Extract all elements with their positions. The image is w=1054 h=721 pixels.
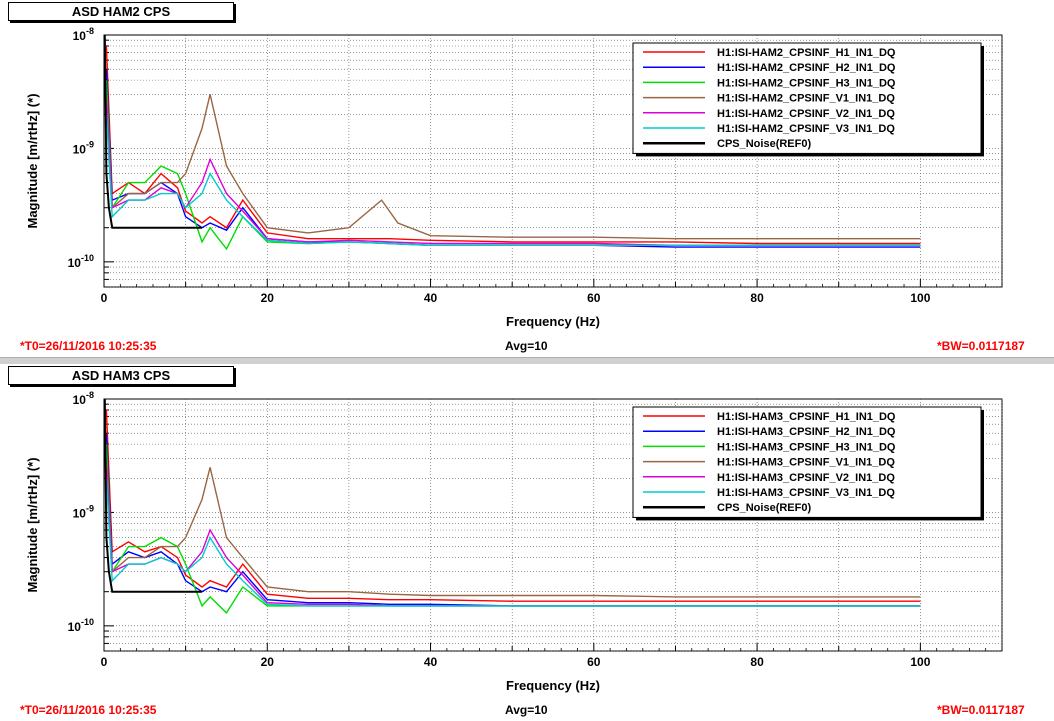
x-tick-label: 100 [910, 655, 930, 669]
plot-title: ASD HAM2 CPS [8, 2, 234, 21]
legend-label: H1:ISI-HAM2_CPSINF_V2_IN1_DQ [717, 108, 895, 120]
bandwidth-label: *BW=0.0117187 [937, 703, 1025, 717]
y-tick-label: 10-10 [68, 253, 94, 270]
legend-label: CPS_Noise(REF0) [717, 502, 811, 514]
legend-label: H1:ISI-HAM3_CPSINF_V3_IN1_DQ [717, 487, 895, 499]
legend-label: H1:ISI-HAM3_CPSINF_H2_IN1_DQ [717, 426, 896, 438]
y-axis-title: Magnitude [m/rtHz] (*) [25, 457, 40, 592]
x-tick-label: 60 [587, 655, 601, 669]
x-tick-label: 20 [261, 655, 275, 669]
y-axis-title: Magnitude [m/rtHz] (*) [25, 93, 40, 228]
legend-label: H1:ISI-HAM3_CPSINF_V1_IN1_DQ [717, 457, 895, 469]
legend-label: H1:ISI-HAM3_CPSINF_H3_IN1_DQ [717, 441, 896, 453]
legend: H1:ISI-HAM3_CPSINF_H1_IN1_DQ H1:ISI-HAM3_… [632, 406, 984, 521]
start-time-label: *T0=26/11/2016 10:25:35 [20, 703, 157, 717]
chart-panel-ham2: 0 20 40 60 80 100 10-8 10-9 10-10 Frequency (Hz) M… [0, 0, 1054, 357]
legend-label: CPS_Noise(REF0) [717, 138, 811, 150]
legend-label: H1:ISI-HAM2_CPSINF_V3_IN1_DQ [717, 123, 895, 135]
x-tick-label: 20 [261, 291, 275, 305]
x-tick-label: 100 [910, 291, 930, 305]
x-tick-label: 80 [750, 291, 764, 305]
legend-label: H1:ISI-HAM2_CPSINF_H2_IN1_DQ [717, 62, 896, 74]
y-tick-label: 10-9 [73, 139, 94, 156]
x-tick-label: 40 [424, 291, 438, 305]
x-axis-title: Frequency (Hz) [506, 314, 600, 329]
legend-label: H1:ISI-HAM2_CPSINF_H1_IN1_DQ [717, 47, 896, 59]
x-tick-label: 0 [101, 655, 108, 669]
averages-label: Avg=10 [505, 703, 548, 717]
bandwidth-label: *BW=0.0117187 [937, 339, 1025, 353]
legend-label: H1:ISI-HAM2_CPSINF_H3_IN1_DQ [717, 77, 896, 89]
y-tick-label: 10-10 [68, 617, 94, 634]
legend-label: H1:ISI-HAM3_CPSINF_H1_IN1_DQ [717, 411, 896, 423]
panel-separator [0, 357, 1054, 364]
x-axis-title: Frequency (Hz) [506, 678, 600, 693]
asd-plot-ham3: 0 20 40 60 80 100 10-8 10-9 10-10 Frequency (Hz) M… [25, 390, 1003, 693]
legend-label: H1:ISI-HAM3_CPSINF_V2_IN1_DQ [717, 472, 895, 484]
averages-label: Avg=10 [505, 339, 548, 353]
x-tick-label: 60 [587, 291, 601, 305]
y-tick-label: 10-9 [73, 503, 94, 520]
x-tick-label: 0 [101, 291, 108, 305]
legend: H1:ISI-HAM2_CPSINF_H1_IN1_DQ H1:ISI-HAM2_… [632, 42, 984, 157]
y-tick-label: 10-8 [73, 26, 94, 43]
legend-label: H1:ISI-HAM2_CPSINF_V1_IN1_DQ [717, 93, 895, 105]
x-tick-label: 80 [750, 655, 764, 669]
chart-panel-ham3: 0 20 40 60 80 100 10-8 10-9 10-10 Frequency (Hz) M… [0, 364, 1054, 721]
asd-plot-ham2: 0 20 40 60 80 100 10-8 10-9 10-10 Frequency (Hz) M… [25, 26, 1003, 329]
x-tick-label: 40 [424, 655, 438, 669]
plot-title: ASD HAM3 CPS [8, 366, 234, 385]
start-time-label: *T0=26/11/2016 10:25:35 [20, 339, 157, 353]
y-tick-label: 10-8 [73, 390, 94, 407]
